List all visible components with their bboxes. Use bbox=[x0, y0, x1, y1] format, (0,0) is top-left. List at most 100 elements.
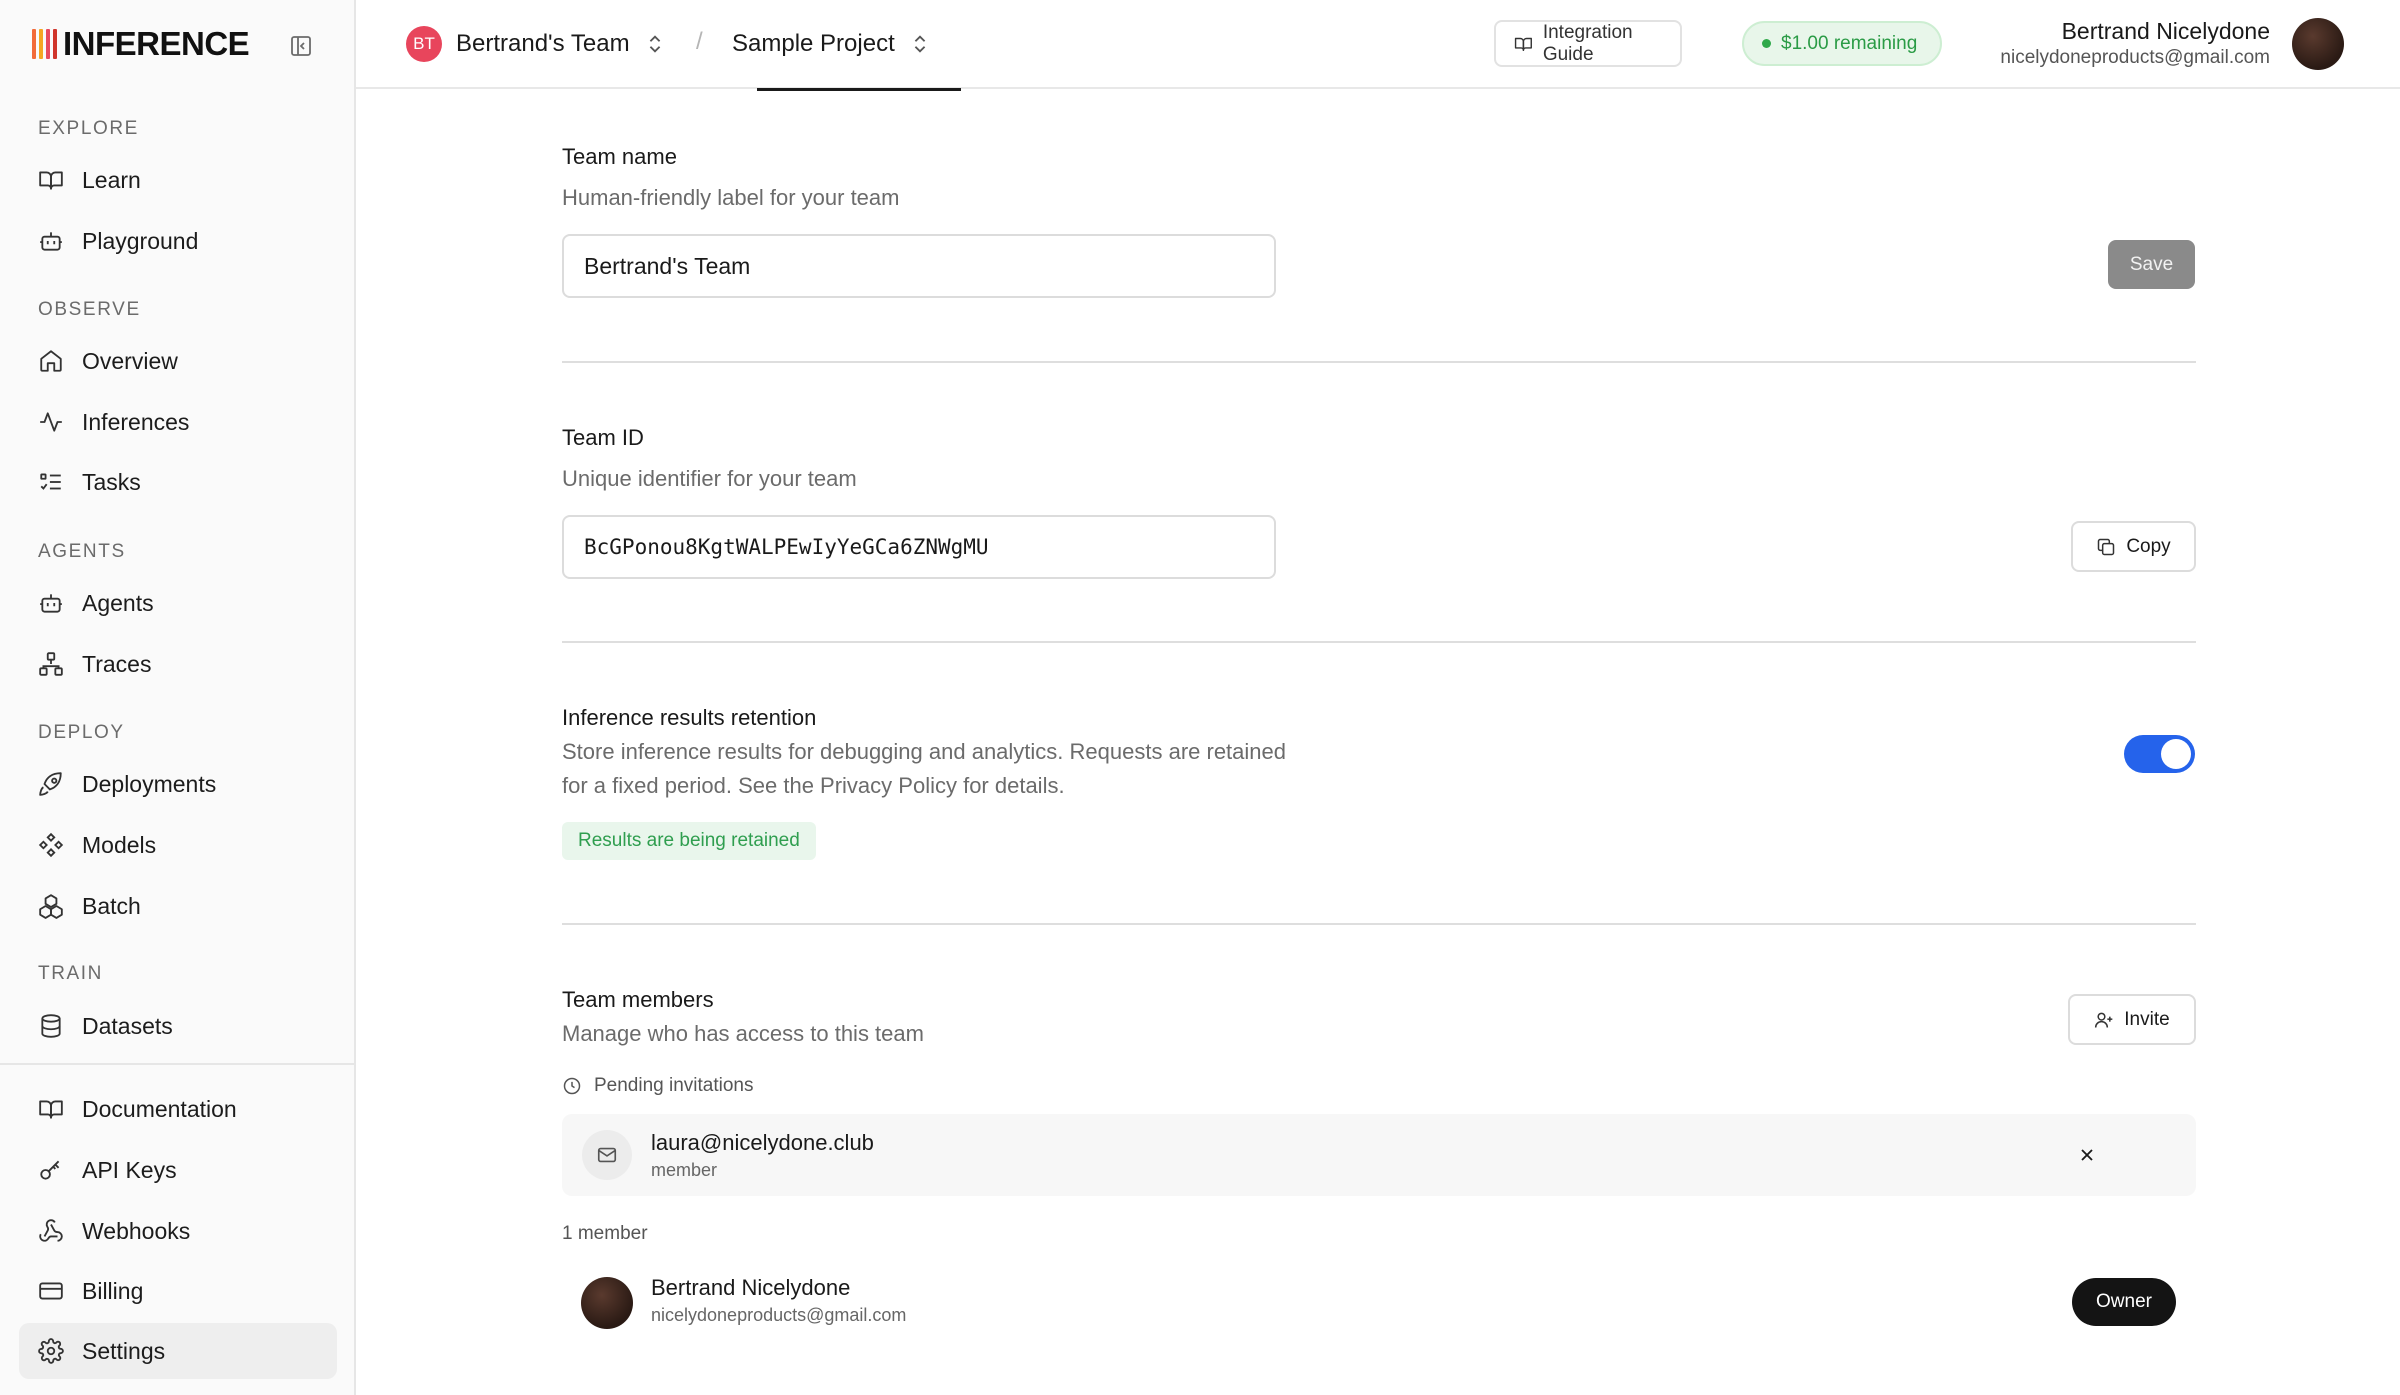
section-divider bbox=[562, 361, 2196, 363]
chevrons-up-down-icon bbox=[649, 35, 660, 53]
sidebar-item-inferences[interactable]: Inferences bbox=[19, 394, 337, 450]
user-info[interactable]: Bertrand Nicelydone nicelydoneproducts@g… bbox=[2000, 18, 2270, 69]
nav-section-agents: AGENTS bbox=[38, 541, 126, 562]
sidebar-item-datasets[interactable]: Datasets bbox=[19, 998, 337, 1054]
gear-icon bbox=[37, 1337, 65, 1365]
webhook-icon bbox=[37, 1217, 65, 1245]
project-switcher[interactable]: Sample Project bbox=[732, 24, 931, 64]
team-name-input[interactable]: Bertrand's Team bbox=[562, 234, 1276, 298]
invite-label: Invite bbox=[2124, 1008, 2170, 1030]
close-icon bbox=[2081, 1149, 2093, 1161]
nav-section-deploy: DEPLOY bbox=[38, 722, 125, 743]
nav-section-observe: OBSERVE bbox=[38, 299, 141, 320]
sidebar-item-models[interactable]: Models bbox=[19, 817, 337, 873]
database-icon bbox=[37, 1012, 65, 1040]
sidebar-item-label: Learn bbox=[82, 166, 141, 193]
top-bar: BT Bertrand's Team / Sample Project Inte… bbox=[356, 0, 2400, 91]
retention-title: Inference results retention bbox=[562, 705, 817, 730]
member-name: Bertrand Nicelydone bbox=[651, 1275, 851, 1300]
book-icon bbox=[37, 166, 65, 194]
sidebar-item-traces[interactable]: Traces bbox=[19, 636, 337, 692]
invite-role: member bbox=[651, 1160, 718, 1180]
sidebar-item-label: Documentation bbox=[82, 1095, 237, 1122]
save-button[interactable]: Save bbox=[2108, 240, 2195, 289]
toggle-knob bbox=[2161, 739, 2191, 769]
sidebar-item-tasks[interactable]: Tasks bbox=[19, 454, 337, 510]
sidebar-collapse-button[interactable] bbox=[286, 31, 316, 61]
sidebar-item-deployments[interactable]: Deployments bbox=[19, 756, 337, 812]
team-id-field[interactable]: BcGPonou8KgtWALPEwIyYeGCa6ZNWgMU bbox=[562, 515, 1276, 579]
invite-email: laura@nicelydone.club bbox=[651, 1130, 874, 1155]
team-switcher-label: Bertrand's Team bbox=[456, 30, 630, 57]
user-plus-icon bbox=[2094, 1010, 2114, 1030]
activity-icon bbox=[37, 408, 65, 436]
models-icon bbox=[37, 831, 65, 859]
pending-invitations-label: Pending invitations bbox=[562, 1075, 754, 1097]
integration-guide-label: Integration Guide bbox=[1542, 21, 1633, 65]
sidebar-item-label: Agents bbox=[82, 589, 154, 616]
book-icon bbox=[37, 1095, 65, 1123]
tasks-icon bbox=[37, 468, 65, 496]
sidebar-item-label: Overview bbox=[82, 347, 178, 374]
sidebar-item-settings[interactable]: Settings bbox=[19, 1323, 337, 1379]
sidebar-item-label: API Keys bbox=[82, 1156, 177, 1183]
avatar[interactable] bbox=[2292, 18, 2344, 70]
team-name-description: Human-friendly label for your team bbox=[562, 185, 900, 210]
clock-icon bbox=[562, 1076, 582, 1096]
sidebar-item-api-keys[interactable]: API Keys bbox=[19, 1142, 337, 1198]
members-count: 1 member bbox=[562, 1223, 648, 1244]
credits-badge[interactable]: $1.00 remaining bbox=[1742, 21, 1942, 66]
brand-logo[interactable]: INFERENCE bbox=[32, 25, 250, 62]
integration-guide-button[interactable]: Integration Guide bbox=[1494, 20, 1682, 67]
chevrons-up-down-icon bbox=[914, 35, 925, 53]
team-switcher[interactable]: BT Bertrand's Team bbox=[406, 24, 666, 64]
retention-toggle[interactable] bbox=[2124, 735, 2195, 773]
status-dot-icon bbox=[1762, 39, 1771, 48]
credits-label: $1.00 remaining bbox=[1781, 32, 1918, 54]
user-name: Bertrand Nicelydone bbox=[2061, 18, 2270, 44]
mail-icon bbox=[582, 1130, 632, 1180]
home-icon bbox=[37, 347, 65, 375]
sidebar-item-label: Batch bbox=[82, 892, 141, 919]
sidebar-item-label: Playground bbox=[82, 227, 199, 254]
sidebar-item-label: Inferences bbox=[82, 408, 190, 435]
avatar bbox=[581, 1277, 633, 1329]
team-name-title: Team name bbox=[562, 144, 677, 169]
sidebar-item-label: Datasets bbox=[82, 1012, 173, 1039]
copy-button[interactable]: Copy bbox=[2071, 521, 2196, 572]
book-icon bbox=[1514, 37, 1532, 51]
sidebar-item-agents[interactable]: Agents bbox=[19, 575, 337, 631]
sidebar-item-label: Settings bbox=[82, 1337, 166, 1364]
sidebar-item-learn[interactable]: Learn bbox=[19, 152, 337, 208]
invite-button[interactable]: Invite bbox=[2068, 994, 2196, 1045]
rocket-icon bbox=[37, 770, 65, 798]
revoke-invite-button[interactable] bbox=[2070, 1138, 2104, 1172]
sidebar-item-batch[interactable]: Batch bbox=[19, 878, 337, 934]
status-badge: Results are being retained bbox=[562, 822, 816, 860]
sidebar-item-label: Tasks bbox=[82, 468, 141, 495]
sidebar-item-billing[interactable]: Billing bbox=[19, 1263, 337, 1319]
retention-description-line2: for a fixed period. See the Privacy Poli… bbox=[562, 773, 1065, 798]
sidebar-item-playground[interactable]: Playground bbox=[19, 213, 337, 269]
nav-section-explore: EXPLORE bbox=[38, 118, 139, 139]
batch-icon bbox=[37, 892, 65, 920]
sidebar-item-overview[interactable]: Overview bbox=[19, 333, 337, 389]
sidebar-item-webhooks[interactable]: Webhooks bbox=[19, 1203, 337, 1259]
sidebar-item-label: Webhooks bbox=[82, 1217, 191, 1244]
list-item: laura@nicelydone.club member bbox=[562, 1114, 2196, 1196]
network-icon bbox=[37, 650, 65, 678]
team-members-description: Manage who has access to this team bbox=[562, 1021, 924, 1046]
brand-wordmark: INFERENCE bbox=[63, 25, 250, 62]
sidebar-divider bbox=[0, 1063, 356, 1065]
project-active-indicator bbox=[757, 88, 961, 91]
key-icon bbox=[37, 1156, 65, 1184]
breadcrumb-separator: / bbox=[696, 28, 703, 55]
section-divider bbox=[562, 923, 2196, 925]
bot-icon bbox=[37, 589, 65, 617]
sidebar-item-documentation[interactable]: Documentation bbox=[19, 1081, 337, 1137]
panel-left-icon bbox=[291, 36, 311, 56]
team-id-description: Unique identifier for your team bbox=[562, 466, 857, 491]
member-email: nicelydoneproducts@gmail.com bbox=[651, 1305, 907, 1325]
nav-section-train: TRAIN bbox=[38, 963, 103, 984]
sidebar: INFERENCE EXPLORE Learn Playground OBSER… bbox=[0, 0, 356, 1395]
